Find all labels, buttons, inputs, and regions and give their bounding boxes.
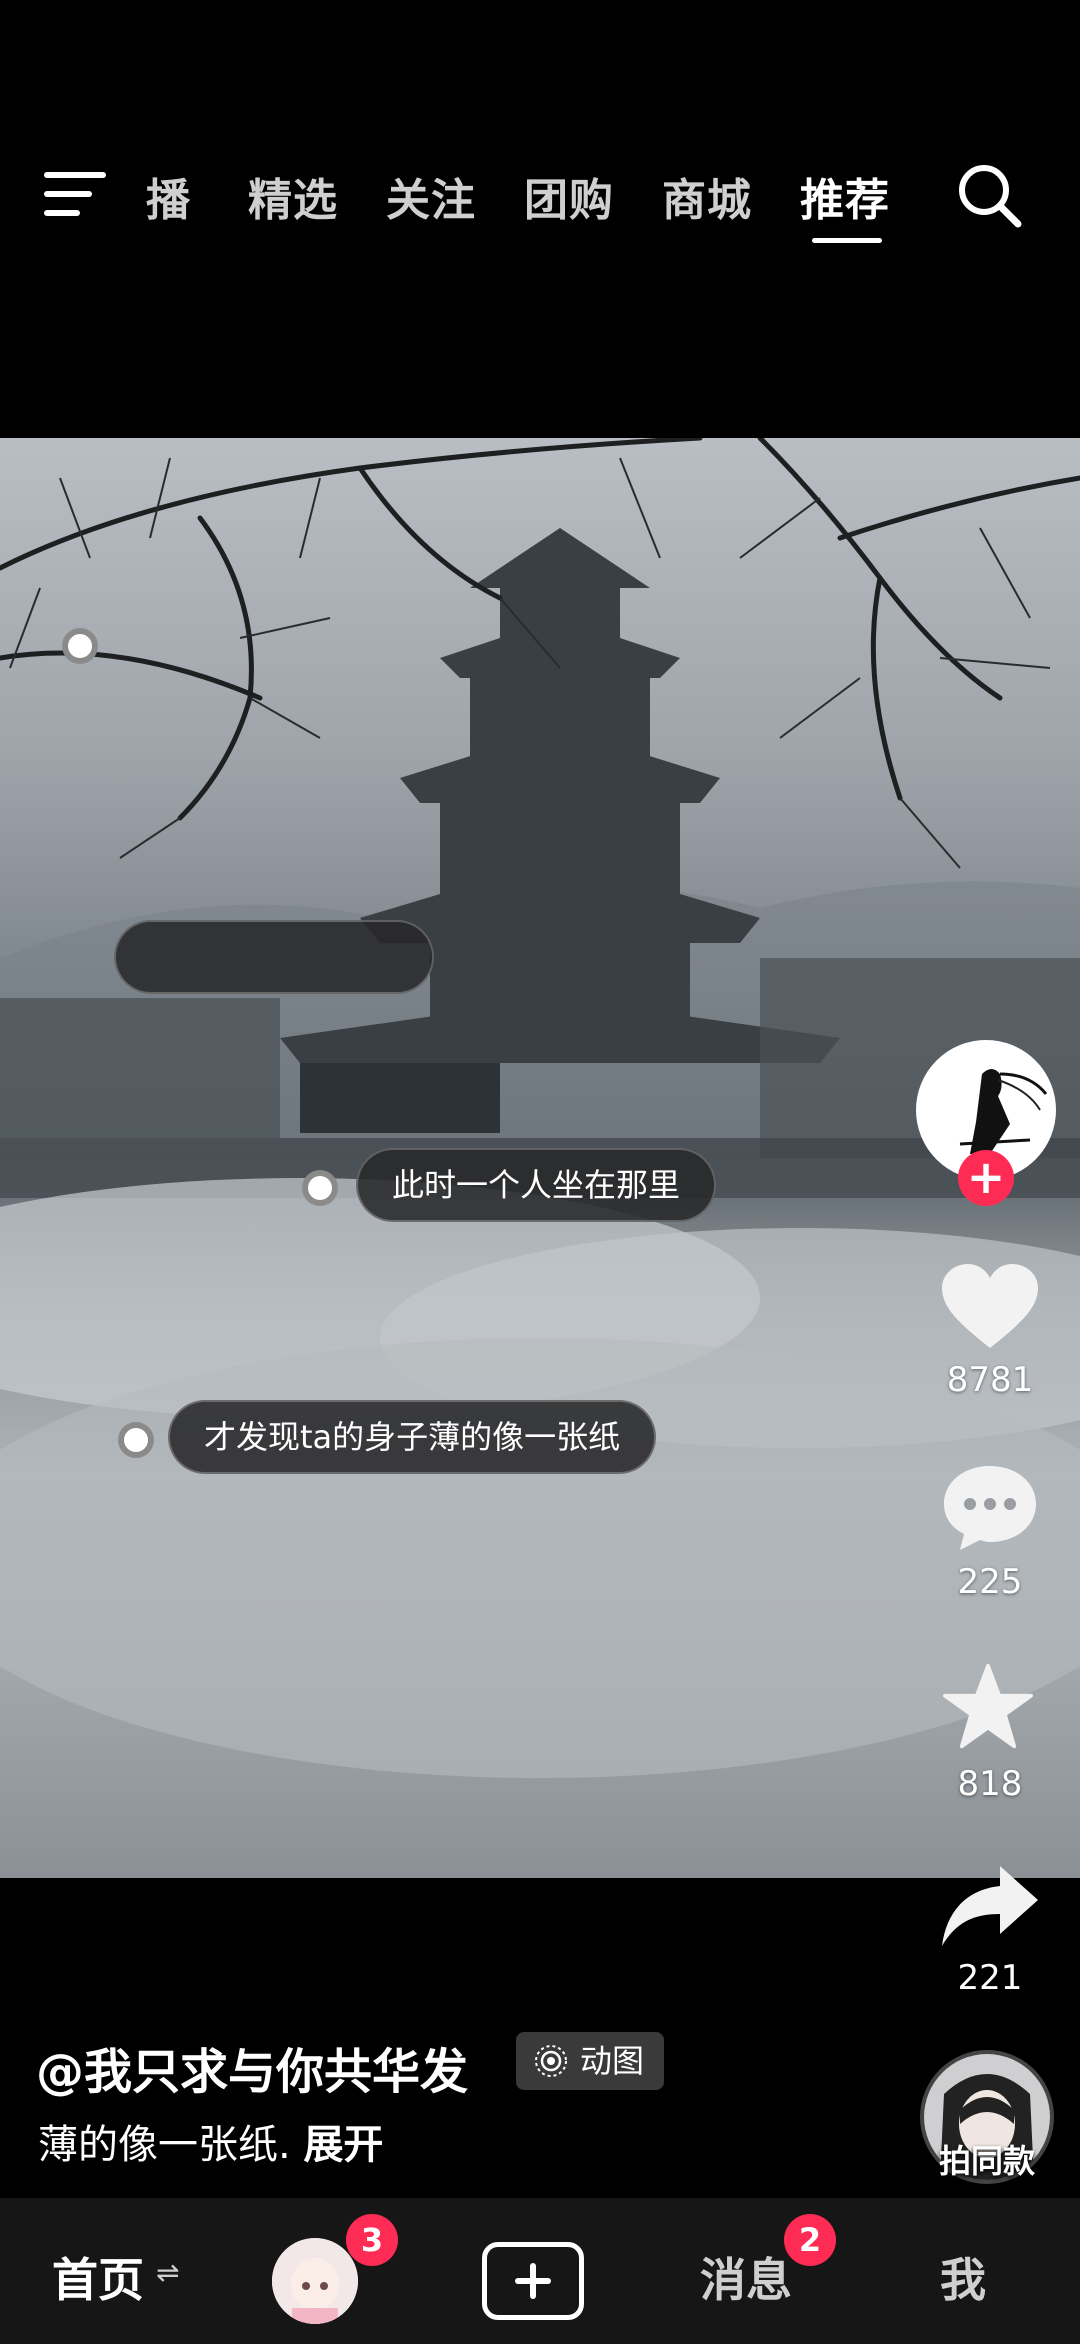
like-heart-icon[interactable] (940, 1262, 1040, 1352)
like-count: 8781 (946, 1360, 1034, 1400)
gif-badge: 动图 (516, 2032, 665, 2090)
favorite-count: 818 (957, 1764, 1023, 1804)
tab-featured[interactable]: 精选 (248, 164, 338, 228)
bottom-nav: 首页 ⇌ 3 消息 2 我 (0, 2198, 1080, 2344)
tab-live[interactable]: 播 (146, 164, 191, 228)
share-arrow-icon[interactable] (940, 1862, 1040, 1952)
comment-icon[interactable] (940, 1462, 1040, 1552)
follow-button[interactable]: + (958, 1150, 1014, 1206)
live-photo-icon (535, 2045, 567, 2077)
author-name[interactable]: @我只求与你共华发 (36, 2032, 468, 2102)
description-text: 薄的像一张纸. (38, 2122, 291, 2168)
speech-bubble-dark[interactable] (114, 920, 434, 994)
messages-badge: 2 (784, 2214, 836, 2266)
comment-count: 225 (957, 1562, 1023, 1602)
friends-avatar[interactable] (272, 2238, 358, 2324)
tab-mall[interactable]: 商城 (662, 164, 752, 228)
nav-home[interactable]: 首页 (52, 2244, 144, 2310)
bubble-dot (118, 1422, 154, 1458)
bubble-dot (62, 628, 98, 664)
nav-messages[interactable]: 消息 (700, 2244, 792, 2310)
swap-icon: ⇌ (156, 2256, 180, 2289)
speech-bubble[interactable]: 才发现ta的身子薄的像一张纸 (168, 1400, 657, 1474)
tab-group-buy[interactable]: 团购 (524, 164, 614, 228)
hamburger-menu-icon[interactable] (44, 170, 106, 218)
speech-bubble[interactable]: 此时一个人坐在那里 (356, 1148, 717, 1222)
active-tab-indicator (812, 238, 882, 243)
top-nav: 播 精选 关注 团购 商城 推荐 (0, 0, 1080, 300)
gif-badge-label: 动图 (580, 2042, 645, 2080)
create-post-button[interactable] (482, 2242, 584, 2320)
nav-me[interactable]: 我 (940, 2244, 986, 2310)
shoot-same-label[interactable]: 拍同款 (912, 2136, 1062, 2182)
friend-avatar-art (272, 2238, 358, 2324)
description: 薄的像一张纸. 展开 (38, 2112, 383, 2170)
video-frame[interactable]: 此时一个人坐在那里 才发现ta的身子薄的像一张纸 (0, 438, 1080, 1878)
tab-following[interactable]: 关注 (386, 164, 476, 228)
bubble-dot (302, 1170, 338, 1206)
expand-link[interactable]: 展开 (303, 2122, 383, 2168)
search-icon[interactable] (954, 160, 1024, 230)
favorite-star-icon[interactable] (938, 1662, 1038, 1752)
share-count: 221 (957, 1958, 1023, 1998)
plus-icon (515, 2263, 551, 2299)
tab-recommended[interactable]: 推荐 (800, 164, 890, 228)
friends-badge: 3 (346, 2214, 398, 2266)
